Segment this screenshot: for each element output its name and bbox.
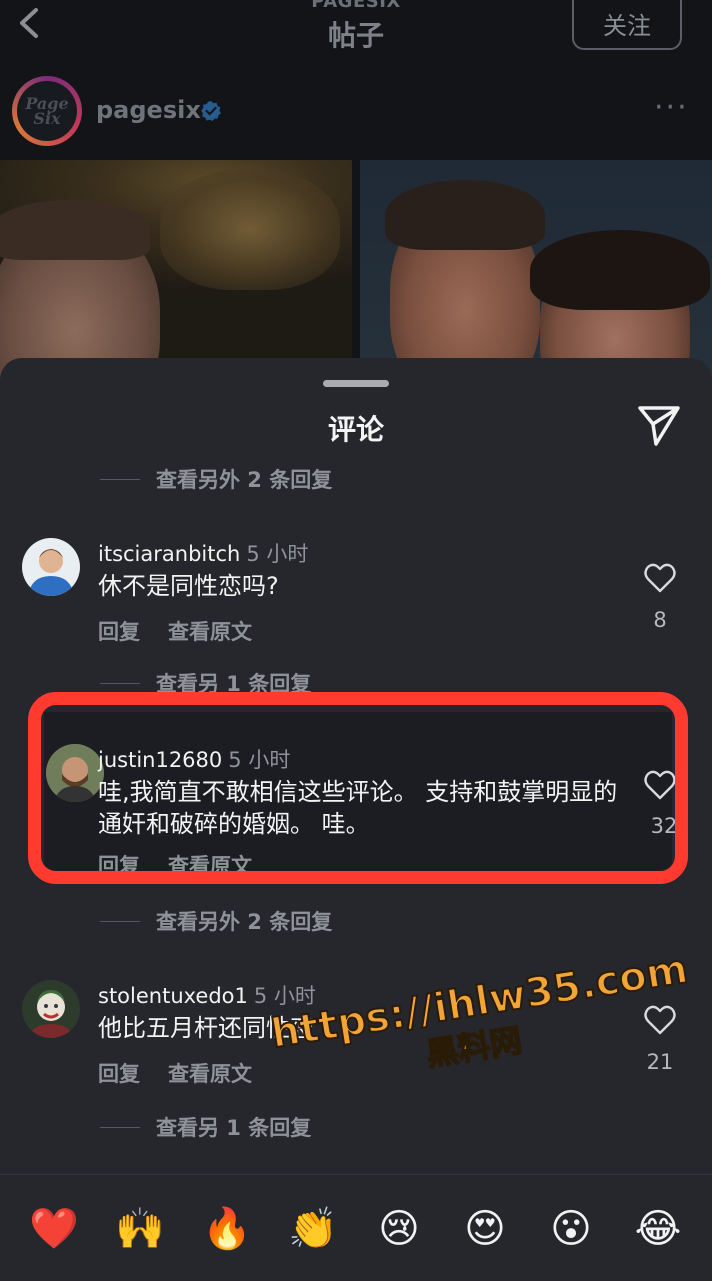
view-more-replies[interactable]: 查看另外 2 条回复 xyxy=(100,906,332,936)
reply-button[interactable]: 回复 xyxy=(98,620,140,644)
emoji-heart-eyes-button[interactable]: 😍 xyxy=(457,1201,513,1257)
photo-hair xyxy=(0,200,150,260)
comment-item: itsciaranbitch 5 小时 休不是同性恋吗? 回复 查看原文 xyxy=(0,538,712,648)
post-photo-right xyxy=(360,160,712,380)
avatar[interactable] xyxy=(22,538,80,596)
image-divider xyxy=(352,160,360,380)
emoji-clap-button[interactable]: 👏 xyxy=(285,1201,341,1257)
sheet-drag-handle[interactable] xyxy=(323,380,389,387)
heart-icon[interactable] xyxy=(644,1005,676,1035)
comment-time: 5 小时 xyxy=(228,748,291,772)
view-more-replies[interactable]: 查看另外 2 条回复 xyxy=(100,464,332,494)
comment-header: itsciaranbitch 5 小时 xyxy=(98,538,308,568)
reply-button[interactable]: 回复 xyxy=(98,1062,140,1086)
avatar-photo xyxy=(46,744,104,802)
sheet-title: 评论 xyxy=(327,413,384,446)
like-count: 8 xyxy=(653,608,667,632)
reply-thread-line xyxy=(100,1126,140,1128)
avatar[interactable] xyxy=(22,980,80,1038)
view-more-replies-label: 查看另 1 条回复 xyxy=(156,672,312,696)
comment-text: 哇,我简直不敢相信这些评论。 支持和鼓掌明显的通奸和破碎的婚姻。 哇。 xyxy=(98,778,618,838)
heart-icon[interactable] xyxy=(644,770,676,800)
follow-button[interactable]: 关注 xyxy=(572,0,682,50)
comment-username[interactable]: stolentuxedo1 xyxy=(98,984,248,1008)
comment-actions: 回复 查看原文 xyxy=(98,850,280,880)
view-more-replies-label: 查看另外 2 条回复 xyxy=(156,468,333,492)
emoji-laughing-button[interactable]: 😂 xyxy=(630,1201,686,1257)
photo-hair-second xyxy=(530,230,710,310)
reply-button[interactable]: 回复 xyxy=(98,854,140,878)
see-original-button[interactable]: 查看原文 xyxy=(168,1062,252,1086)
pagesix-logo: Page Six xyxy=(17,81,77,141)
account-avatar[interactable]: Page Six xyxy=(12,76,82,146)
comment-item: stolentuxedo1 5 小时 他比五月杆还同性恋 回复 查看原文 xyxy=(0,980,712,1090)
photo-hair xyxy=(385,180,545,250)
post-account-row: Page Six pagesix ··· xyxy=(0,70,712,160)
emoji-quick-reaction-bar: ❤️ 🙌 🔥 👏 😢 😍 😮 😂 xyxy=(0,1174,712,1281)
comment-actions: 回复 查看原文 xyxy=(98,1058,280,1088)
heart-icon[interactable] xyxy=(644,563,676,593)
comment-header: stolentuxedo1 5 小时 xyxy=(98,980,316,1010)
reply-thread-line xyxy=(100,478,140,480)
more-options-icon[interactable]: ··· xyxy=(654,93,689,123)
comment-item: justin12680 5 小时 哇,我简直不敢相信这些评论。 支持和鼓掌明显的通… xyxy=(0,744,712,878)
verified-badge-icon xyxy=(201,101,221,121)
logo-text-six: Six xyxy=(33,109,61,128)
comment-time: 5 小时 xyxy=(253,984,316,1008)
comment-username[interactable]: itsciaranbitch xyxy=(98,542,240,566)
view-more-replies[interactable]: 查看另 1 条回复 xyxy=(100,668,311,698)
emoji-surprised-button[interactable]: 😮 xyxy=(543,1201,599,1257)
see-original-button[interactable]: 查看原文 xyxy=(168,620,252,644)
send-share-icon[interactable] xyxy=(636,402,682,448)
post-photo-left xyxy=(0,160,352,380)
comment-text: 休不是同性恋吗? xyxy=(98,572,279,600)
reply-thread-line xyxy=(100,682,140,684)
comment-text: 他比五月杆还同性恋 xyxy=(98,1014,314,1042)
account-name[interactable]: pagesix xyxy=(96,96,201,124)
avatar[interactable] xyxy=(46,744,104,802)
comment-header: justin12680 5 小时 xyxy=(98,744,290,774)
emoji-raised-hands-button[interactable]: 🙌 xyxy=(112,1201,168,1257)
view-more-replies-label: 查看另 1 条回复 xyxy=(156,1116,312,1140)
photo-background-lights xyxy=(160,170,340,290)
comment-time: 5 小时 xyxy=(246,542,309,566)
avatar-photo xyxy=(22,980,80,1038)
like-count: 32 xyxy=(650,814,678,838)
comment-actions: 回复 查看原文 xyxy=(98,616,280,646)
emoji-fire-button[interactable]: 🔥 xyxy=(199,1201,255,1257)
see-original-button[interactable]: 查看原文 xyxy=(168,854,252,878)
view-more-replies-label: 查看另外 2 条回复 xyxy=(156,910,333,934)
top-header: PAGESIX 帖子 关注 xyxy=(0,0,712,70)
view-more-replies[interactable]: 查看另 1 条回复 xyxy=(100,1112,311,1142)
like-count: 21 xyxy=(646,1050,674,1074)
avatar-photo xyxy=(28,549,74,596)
emoji-crying-button[interactable]: 😢 xyxy=(371,1201,427,1257)
comment-username[interactable]: justin12680 xyxy=(98,748,222,772)
reply-thread-line xyxy=(100,920,140,922)
emoji-heart-button[interactable]: ❤️ xyxy=(26,1201,82,1257)
